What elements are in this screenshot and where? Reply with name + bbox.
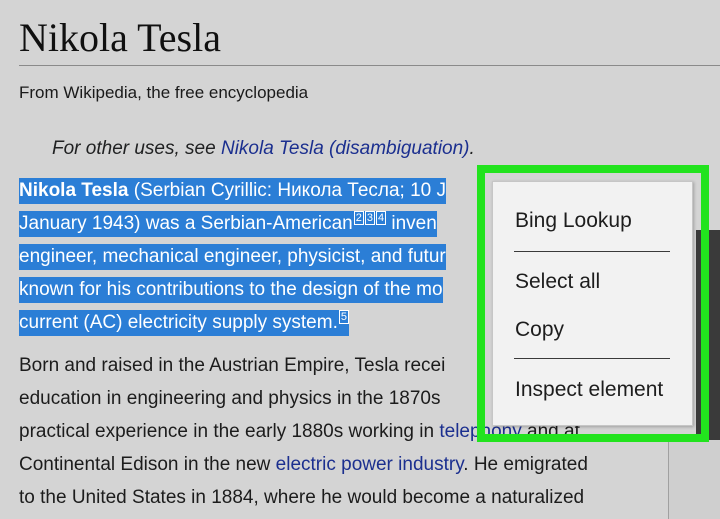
infobox-frame (668, 440, 720, 519)
page-title: Nikola Tesla (19, 15, 221, 60)
menu-separator (514, 358, 670, 359)
menu-item-inspect-element[interactable]: Inspect element (515, 376, 663, 404)
hatnote-prefix: For other uses, see (52, 138, 221, 159)
menu-item-copy[interactable]: Copy (515, 316, 564, 344)
intro-text: (Serbian Cyrillic: Никола Тесла; 10 J (128, 180, 447, 201)
body-line-5: to the United States in 1884, where he w… (19, 487, 585, 508)
menu-item-bing-lookup[interactable]: Bing Lookup (515, 207, 632, 235)
page-tagline: From Wikipedia, the free encyclopedia (19, 83, 309, 102)
electric-power-industry-link[interactable]: electric power industry (276, 454, 464, 475)
intro-text: current (AC) electricity supply system. (19, 312, 338, 333)
menu-separator (514, 251, 670, 252)
menu-item-select-all[interactable]: Select all (515, 268, 600, 296)
title-divider (19, 65, 720, 66)
intro-text: January 1943) was a Serbian-American (19, 213, 353, 234)
reference-link[interactable]: 2 (353, 211, 364, 225)
context-menu: Bing Lookup Select all Copy Inspect elem… (492, 181, 693, 426)
hatnote: For other uses, see Nikola Tesla (disamb… (52, 136, 475, 162)
reference-link[interactable]: 3 (364, 211, 375, 225)
subject-name: Nikola Tesla (19, 180, 129, 201)
intro-text: inven (386, 213, 437, 234)
hatnote-suffix: . (469, 138, 475, 159)
reference-link[interactable]: 5 (338, 310, 349, 324)
body-line-4: Continental Edison in the new electric p… (19, 454, 588, 475)
reference-link[interactable]: 4 (375, 211, 387, 225)
disambiguation-link[interactable]: Nikola Tesla (disambiguation) (221, 138, 470, 159)
